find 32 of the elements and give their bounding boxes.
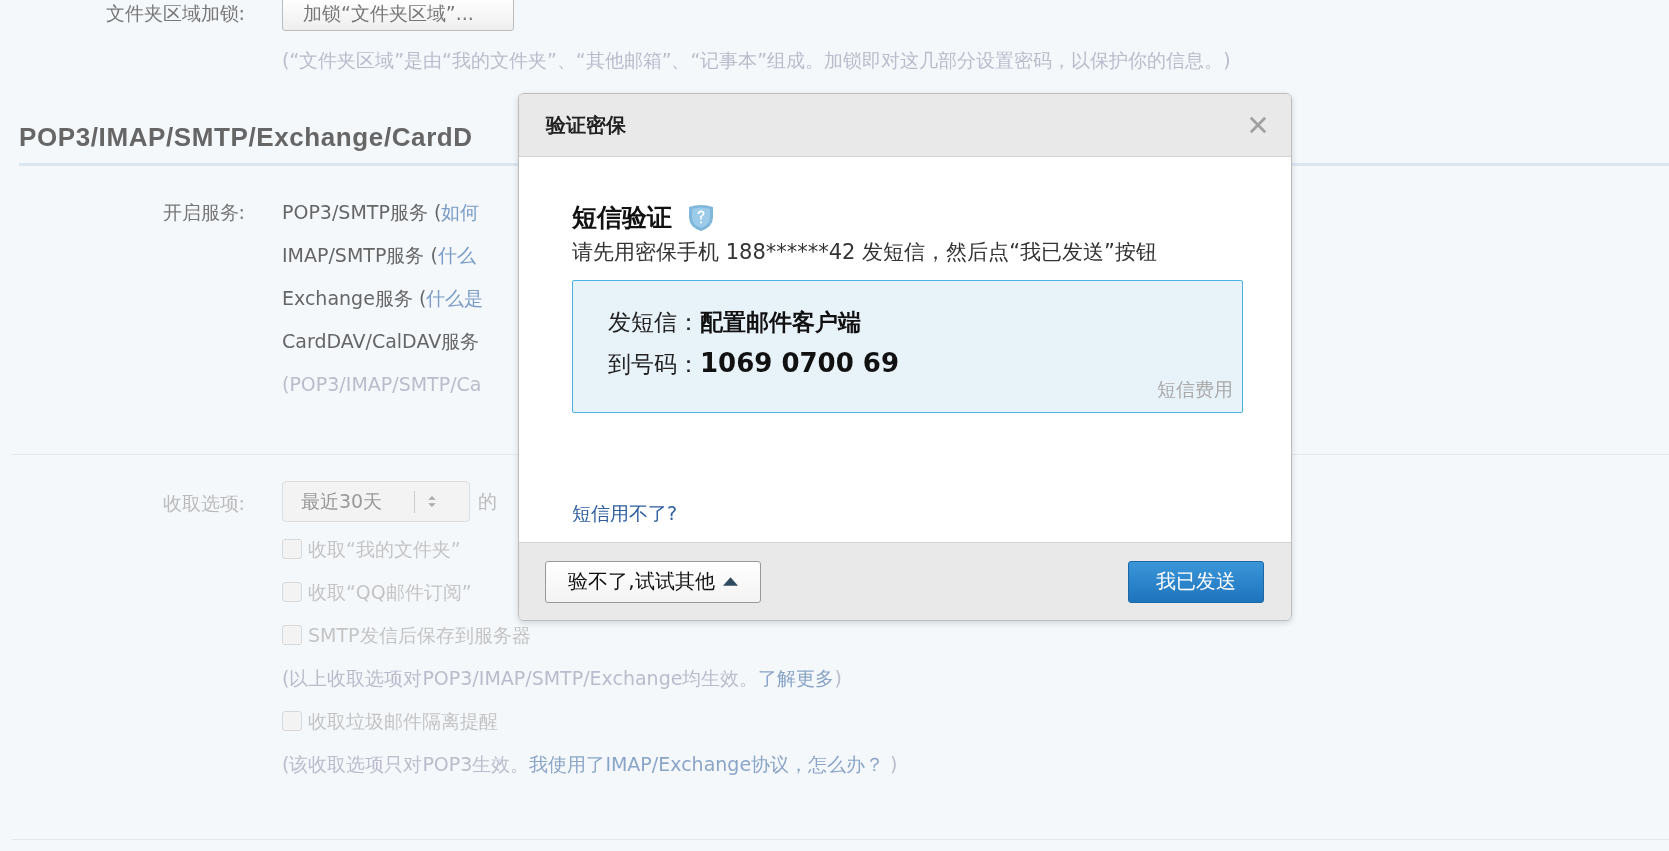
field-label: 文件夹区域加锁: xyxy=(104,1,245,26)
service-text: IMAP/SMTP服务 (什么 xyxy=(282,243,477,268)
service-text: CardDAV/CalDAV服务 xyxy=(282,329,481,354)
link[interactable]: 什么 xyxy=(437,244,476,266)
dialog-heading: 短信验证 xyxy=(572,202,672,234)
lock-button[interactable]: 加锁“文件夹区域”... xyxy=(282,0,514,31)
service-text: Exchange服务 (什么是 xyxy=(282,286,484,311)
hint-text: (“文件夹区域”是由“我的文件夹”、“其他邮箱”、“记事本”组成。加锁即对这几部分设置密码，以保护你的信息。) xyxy=(282,48,1231,73)
field-text: 的 xyxy=(478,488,497,514)
link[interactable]: 了解更多 xyxy=(758,667,835,689)
instruction-text: 请先用密保手机 188******42 发短信，然后点“我已发送”按钮 xyxy=(572,239,1157,266)
info-value: 1069 0700 69 xyxy=(700,348,899,378)
note-text: (该收取选项只对POP3生效。我使用了IMAP/Exchange协议，怎么办？ ) xyxy=(282,752,898,777)
info-label: 发短信： xyxy=(608,308,700,337)
shield-help-icon xyxy=(688,203,714,232)
sort-arrows-icon xyxy=(427,495,438,508)
field-label: 开启服务: xyxy=(161,200,245,225)
info-label: 到号码： xyxy=(608,350,700,379)
link[interactable]: 如何 xyxy=(441,201,480,223)
field-label: 收取选项: xyxy=(161,491,245,516)
note-text: (POP3/IMAP/SMTP/Ca xyxy=(282,372,483,397)
fee-link[interactable]: 短信费用 xyxy=(1157,377,1233,403)
link[interactable]: 什么是 xyxy=(426,287,484,309)
close-icon[interactable] xyxy=(1249,116,1267,134)
other-method-button[interactable]: 验不了,试试其他 xyxy=(545,560,761,603)
help-link[interactable]: 短信用不了? xyxy=(572,501,678,527)
note-text: (以上收取选项对POP3/IMAP/SMTP/Exchange均生效。了解更多) xyxy=(282,666,843,691)
info-value: 配置邮件客户端 xyxy=(700,308,861,337)
service-text: POP3/SMTP服务 (如何 xyxy=(282,200,481,225)
caret-icon xyxy=(722,577,738,586)
link[interactable]: 我使用了IMAP/Exchange协议，怎么办？ xyxy=(529,753,885,775)
sent-button[interactable]: 我已发送 xyxy=(1128,560,1264,603)
